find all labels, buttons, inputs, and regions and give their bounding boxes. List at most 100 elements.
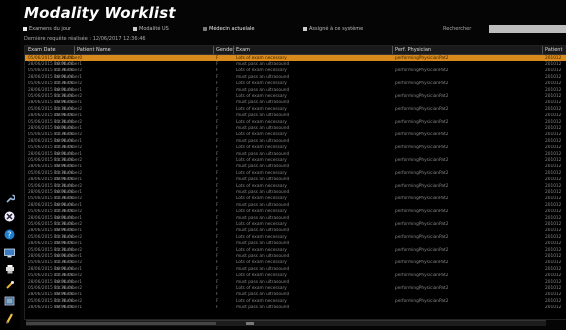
cell-gender: F <box>216 93 219 99</box>
cell-patient-name: Pat Number1 <box>54 87 83 93</box>
cell-patient-name: Pat Number1 <box>54 164 83 170</box>
cell-patient-name: Pat Number1 <box>54 74 83 80</box>
cell-exam: must pass an ultrasound <box>236 177 290 183</box>
column-divider <box>392 46 393 54</box>
col-gender[interactable]: Gender <box>216 47 234 53</box>
cell-patient-name: Pat Number1 <box>54 241 83 247</box>
filter-today[interactable]: Examens du jour <box>23 26 71 32</box>
cell-exam: must pass an ultrasound <box>236 228 290 234</box>
checkbox-assigned[interactable] <box>303 27 307 31</box>
cell-patient-id: 201012 <box>545 215 562 221</box>
col-exam-date[interactable]: Exam Date <box>28 47 56 53</box>
cell-exam: must pass an ultrasound <box>236 138 290 144</box>
cell-gender: F <box>216 202 219 208</box>
horizontal-scrollbar[interactable] <box>26 320 546 326</box>
scrollbar-grip[interactable] <box>246 322 254 325</box>
filter-modality[interactable]: Modalité US <box>133 26 169 32</box>
cell-gender: F <box>216 87 219 93</box>
cell-perf-physician: performingPhysicianPat2 <box>395 234 449 240</box>
cell-exam: must pass an ultrasound <box>236 241 290 247</box>
cell-gender: F <box>216 81 219 87</box>
cell-gender: F <box>216 285 219 291</box>
col-patient[interactable]: Patient <box>545 47 562 53</box>
cell-patient-id: 201012 <box>545 100 562 106</box>
cell-perf-physician: performingPhysicianPat2 <box>395 81 449 87</box>
cell-exam: must pass an ultrasound <box>236 164 290 170</box>
cell-gender: F <box>216 260 219 266</box>
cell-gender: F <box>216 298 219 304</box>
col-exam[interactable]: Exam <box>236 47 250 53</box>
cell-patient-name: Pat Number2 <box>54 170 83 176</box>
cell-exam: must pass an ultrasound <box>236 87 290 93</box>
cell-patient-name: Pat Number1 <box>54 215 83 221</box>
cell-exam: Lots of exam necessary <box>236 132 287 138</box>
cell-gender: F <box>216 247 219 253</box>
cell-perf-physician: performingPhysicianPat2 <box>395 221 449 227</box>
cell-patient-id: 201012 <box>545 170 562 176</box>
cell-patient-id: 201012 <box>545 279 562 285</box>
cell-patient-id: 201012 <box>545 164 562 170</box>
cell-patient-name: Pat Number2 <box>54 298 83 304</box>
tablet-icon[interactable] <box>3 294 16 307</box>
cell-patient-name: Pat Number2 <box>54 106 83 112</box>
cell-perf-physician: performingPhysicianPat2 <box>395 209 449 215</box>
cell-gender: F <box>216 253 219 259</box>
cell-exam: must pass an ultrasound <box>236 292 290 298</box>
pen-icon[interactable] <box>3 311 16 324</box>
cell-perf-physician: performingPhysicianPat2 <box>395 93 449 99</box>
cell-patient-name: Pat Number2 <box>54 157 83 163</box>
search-input[interactable] <box>489 25 566 33</box>
col-perf-physician[interactable]: Perf. Physician <box>395 47 431 53</box>
wrench-icon[interactable] <box>3 192 16 205</box>
col-patient-name[interactable]: Patient Name <box>77 47 111 53</box>
cell-gender: F <box>216 183 219 189</box>
column-divider <box>213 46 214 54</box>
cell-patient-id: 201012 <box>545 93 562 99</box>
cell-patient-id: 201012 <box>545 74 562 80</box>
cell-patient-name: Pat Number1 <box>54 228 83 234</box>
cell-gender: F <box>216 74 219 80</box>
cell-exam: Lots of exam necessary <box>236 298 287 304</box>
cell-patient-name: Pat Number2 <box>54 68 83 74</box>
checkbox-today[interactable] <box>23 27 27 31</box>
checkbox-physician[interactable] <box>203 27 207 31</box>
cell-exam: must pass an ultrasound <box>236 100 290 106</box>
cell-gender: F <box>216 221 219 227</box>
table-row[interactable]: 28/06/2015 16:00:00 Pat Number1 Fmust pass… <box>25 305 566 311</box>
print-icon[interactable] <box>3 262 16 275</box>
cell-gender: F <box>216 266 219 272</box>
column-divider <box>74 46 75 54</box>
cell-patient-name: Pat Number2 <box>54 93 83 99</box>
close-icon[interactable] <box>3 210 16 223</box>
filter-physician[interactable]: Médecin actuelale <box>203 26 254 32</box>
filter-assigned[interactable]: Assigné à ce système <box>303 26 363 32</box>
cell-perf-physician: performingPhysicianPat2 <box>395 132 449 138</box>
tool-icon[interactable] <box>3 278 16 291</box>
cell-patient-name: Pat Number2 <box>54 81 83 87</box>
cell-patient-name: Pat Number2 <box>54 196 83 202</box>
cell-patient-name: Pat Number1 <box>54 100 83 106</box>
checkbox-modality[interactable] <box>133 27 137 31</box>
monitor-icon[interactable] <box>3 246 16 259</box>
cell-patient-id: 201012 <box>545 247 562 253</box>
column-divider <box>542 46 543 54</box>
cell-perf-physician: performingPhysicianPat2 <box>395 196 449 202</box>
cell-patient-name: Pat Number2 <box>54 221 83 227</box>
filter-today-label: Examens du jour <box>29 26 72 32</box>
cell-exam: Lots of exam necessary <box>236 285 287 291</box>
cell-patient-id: 201012 <box>545 228 562 234</box>
cell-exam: must pass an ultrasound <box>236 253 290 259</box>
cell-patient-name: Pat Number1 <box>54 61 83 67</box>
cell-perf-physician: performingPhysicianPat2 <box>395 285 449 291</box>
cell-patient-id: 201012 <box>545 260 562 266</box>
cell-gender: F <box>216 164 219 170</box>
cell-gender: F <box>216 273 219 279</box>
left-toolbar: ? <box>0 0 20 330</box>
cell-patient-id: 201012 <box>545 266 562 272</box>
cell-patient-name: Pat Number1 <box>54 189 83 195</box>
scrollbar-thumb[interactable] <box>26 322 216 325</box>
cell-exam: must pass an ultrasound <box>236 125 290 131</box>
help-icon[interactable]: ? <box>3 228 16 241</box>
cell-gender: F <box>216 55 219 61</box>
cell-patient-id: 201012 <box>545 125 562 131</box>
